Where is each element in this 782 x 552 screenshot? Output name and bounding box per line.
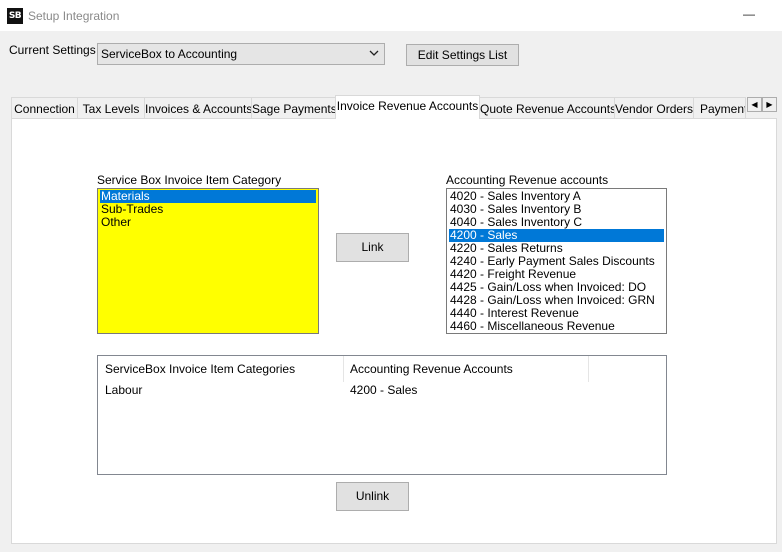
current-settings-label: Current Settings (9, 43, 96, 57)
minimize-button[interactable]: — (733, 0, 765, 31)
category-item-other[interactable]: Other (100, 216, 316, 229)
grid-header: ServiceBox Invoice Item Categories Accou… (98, 356, 589, 382)
column-header-categories[interactable]: ServiceBox Invoice Item Categories (98, 356, 344, 382)
revenue-list-label: Accounting Revenue accounts (446, 173, 609, 187)
revenue-accounts-listbox[interactable]: 4020 - Sales Inventory A 4030 - Sales In… (446, 188, 667, 334)
tab-scroll-left-button[interactable]: ◀ (747, 97, 762, 112)
grid-cell-category: Labour (105, 383, 143, 397)
revenue-item[interactable]: 4460 - Miscellaneous Revenue (449, 320, 664, 333)
unlink-button[interactable]: Unlink (336, 482, 409, 511)
tab-invoice-revenue-accounts[interactable]: Invoice Revenue Accounts (335, 95, 480, 119)
link-button[interactable]: Link (336, 233, 409, 262)
column-header-revenue-accounts[interactable]: Accounting Revenue Accounts (343, 356, 589, 382)
tab-scroll-right-button[interactable]: ▶ (762, 97, 777, 112)
app-logo-icon: SB (7, 8, 23, 24)
title-bar: SB Setup Integration — (0, 0, 782, 31)
grid-cell-revenue-account: 4200 - Sales (350, 383, 418, 397)
window-title: Setup Integration (28, 9, 120, 23)
tab-strip: Connection Tax Levels Invoices & Account… (11, 95, 746, 119)
category-item-sub-trades[interactable]: Sub-Trades (100, 203, 316, 216)
tab-vendor-orders[interactable]: Vendor Orders (614, 97, 694, 118)
current-settings-value: ServiceBox to Accounting (101, 47, 238, 61)
chevron-down-icon (369, 50, 379, 56)
category-list-label: Service Box Invoice Item Category (97, 173, 282, 187)
linked-categories-grid[interactable]: ServiceBox Invoice Item Categories Accou… (97, 355, 667, 475)
tab-payment[interactable]: Payment (693, 97, 746, 118)
tab-connection[interactable]: Connection (11, 97, 78, 118)
edit-settings-list-button[interactable]: Edit Settings List (406, 44, 519, 66)
tab-invoices-accounts[interactable]: Invoices & Accounts (144, 97, 252, 118)
tab-tax-levels[interactable]: Tax Levels (77, 97, 145, 118)
table-row[interactable]: Labour 4200 - Sales (98, 382, 666, 400)
current-settings-select[interactable]: ServiceBox to Accounting (97, 43, 385, 65)
tab-quote-revenue-accounts[interactable]: Quote Revenue Accounts (479, 97, 615, 118)
tab-sage-payments[interactable]: Sage Payments (251, 97, 337, 118)
category-listbox[interactable]: Materials Sub-Trades Other (97, 188, 319, 334)
